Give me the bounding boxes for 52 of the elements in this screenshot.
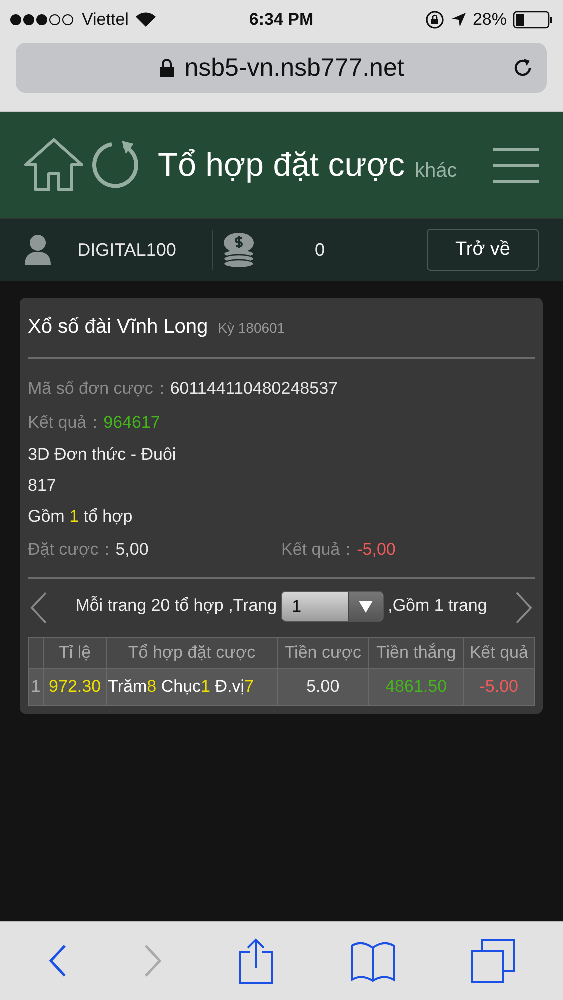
- carrier-name: Viettel: [82, 10, 129, 30]
- wifi-icon: [134, 12, 157, 28]
- page-subtitle: khác: [414, 160, 458, 182]
- combination-cell: Trăm8 Chục1 Đ.vị7: [106, 668, 278, 706]
- odds-cell: 972.30: [44, 668, 107, 706]
- total-label: Đặt cược：: [28, 539, 116, 561]
- clock-time: 6:34 PM: [249, 10, 314, 30]
- field-value: 601144110480248537: [170, 379, 338, 399]
- home-icon[interactable]: [24, 138, 84, 192]
- page-total-text: ,Gồm 1 trang: [388, 596, 488, 615]
- column-header: Tỉ lệ: [44, 638, 107, 668]
- winnings-cell: 4861.50: [368, 668, 464, 706]
- signal-icon: [10, 14, 76, 26]
- balance-amount: 0: [314, 240, 326, 260]
- back-button[interactable]: Trở về: [427, 229, 539, 271]
- total-label: Kết quả：: [282, 539, 358, 561]
- dropdown-arrow-icon: [359, 600, 374, 613]
- bookmarks-button[interactable]: [350, 940, 396, 982]
- coins-icon: [223, 232, 255, 268]
- refresh-icon[interactable]: [90, 140, 140, 190]
- bet-type: 3D Đơn thức - Đuôi: [28, 445, 178, 465]
- field-label: Kết quả：: [28, 412, 104, 434]
- lottery-title: Xổ số đài Vĩnh Long: [28, 316, 208, 339]
- rotation-lock-icon: [424, 10, 445, 30]
- combination-count: Gồm 1 tổ hợp: [28, 507, 134, 527]
- total-value: -5,00: [357, 540, 396, 560]
- total-value: 5,00: [116, 540, 149, 560]
- back-nav-button[interactable]: [48, 944, 68, 978]
- stake-cell: 5.00: [277, 668, 369, 706]
- tabs-button[interactable]: [471, 939, 516, 983]
- user-icon: [24, 234, 52, 266]
- column-header: Tiền cược: [277, 638, 369, 668]
- share-button[interactable]: [238, 938, 274, 984]
- column-header: Tiền thắng: [368, 638, 464, 668]
- location-arrow-icon: [450, 12, 467, 28]
- page-title: Tổ hợp đặt cược: [158, 146, 405, 184]
- address-bar[interactable]: nsb5-vn.nsb777.net: [16, 43, 547, 93]
- period-label: Kỳ 180601: [218, 320, 286, 336]
- battery-icon: [513, 11, 553, 29]
- field-value: 964617: [104, 413, 160, 433]
- lock-icon: [158, 58, 175, 78]
- row-number: 1: [28, 668, 44, 706]
- page-select[interactable]: 1: [281, 591, 384, 622]
- username: DIGITAL100: [76, 240, 178, 260]
- battery-percent: 28%: [472, 10, 507, 30]
- bet-numbers: 817: [28, 476, 58, 496]
- menu-icon[interactable]: [493, 146, 539, 184]
- field-label: Mã số đơn cược：: [28, 378, 170, 400]
- column-header: Tổ hợp đặt cược: [106, 638, 278, 668]
- result-cell: -5.00: [464, 668, 534, 706]
- column-header: Kết quả: [464, 638, 534, 668]
- pagination-text: Mỗi trang 20 tổ hợp ,Trang: [76, 596, 278, 615]
